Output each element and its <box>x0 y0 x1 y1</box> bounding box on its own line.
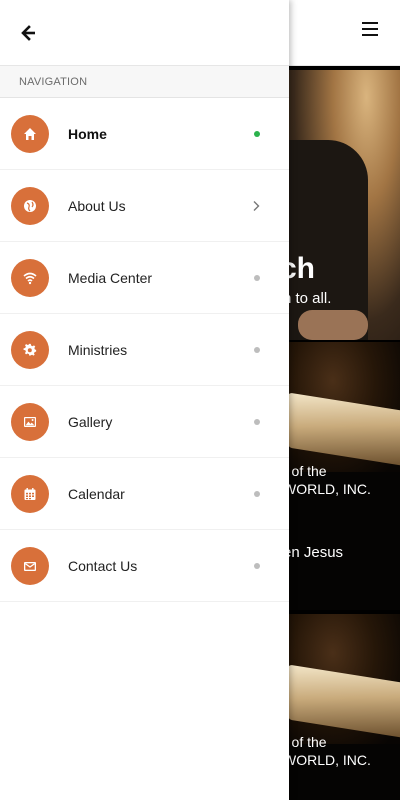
card-text-line: WORLD, INC. <box>283 752 371 768</box>
envelope-icon <box>11 546 49 585</box>
indicator-dot <box>254 490 260 497</box>
indicator-dot <box>254 418 260 425</box>
nav-item-label: Ministries <box>68 341 128 358</box>
nav-item-contact-us[interactable]: Contact Us <box>0 530 289 602</box>
nav-item-label: Home <box>68 125 107 142</box>
nav-item-media-center[interactable]: Media Center <box>0 242 289 314</box>
nav-item-about-us[interactable]: About Us <box>0 170 289 242</box>
image-icon <box>11 402 49 441</box>
card-text-line: r of the <box>283 734 327 750</box>
nav-item-label: Calendar <box>68 485 125 502</box>
card-text-line: r of the <box>283 463 327 479</box>
calendar-icon <box>11 474 49 513</box>
nav-item-ministries[interactable]: Ministries <box>0 314 289 386</box>
hamburger-icon[interactable] <box>362 22 378 36</box>
wifi-icon <box>11 258 49 297</box>
chevron-right-icon <box>253 200 260 211</box>
nav-item-label: Contact Us <box>68 557 138 574</box>
card-text-line: WORLD, INC. <box>283 481 371 497</box>
card-text-line: en Jesus <box>283 544 344 561</box>
nav-item-label: About Us <box>68 197 126 214</box>
indicator-dot <box>254 274 260 281</box>
content-card[interactable] <box>288 614 400 800</box>
home-icon <box>11 114 49 153</box>
nav-item-home[interactable]: Home <box>0 98 289 170</box>
nav-item-label: Gallery <box>68 413 113 430</box>
globe-icon <box>11 186 49 225</box>
gear-icon <box>11 330 49 369</box>
nav-item-gallery[interactable]: Gallery <box>0 386 289 458</box>
section-title: NAVIGATION <box>19 75 88 88</box>
hero-subtitle: n to all. <box>283 290 332 307</box>
nav-item-calendar[interactable]: Calendar <box>0 458 289 530</box>
indicator-dot <box>254 562 260 569</box>
section-header: NAVIGATION <box>0 66 289 98</box>
arrow-left-icon[interactable] <box>18 22 40 44</box>
navigation-drawer: NAVIGATION Home About Us Media Center Mi… <box>0 0 289 800</box>
active-indicator-dot <box>254 130 260 137</box>
indicator-dot <box>254 346 260 353</box>
drawer-header <box>0 0 289 66</box>
nav-item-label: Media Center <box>68 269 153 286</box>
